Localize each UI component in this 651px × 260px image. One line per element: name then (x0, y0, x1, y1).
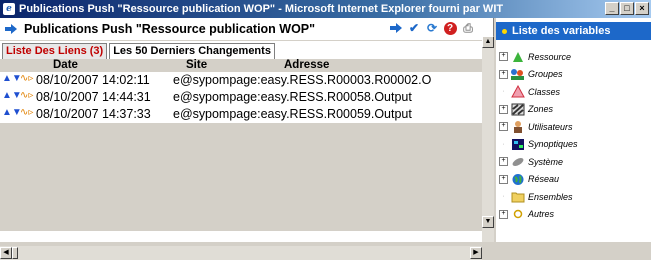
column-adresse[interactable]: Adresse (284, 59, 329, 71)
tree-label: Zones (528, 104, 554, 115)
window-controls: _ □ × (605, 2, 649, 15)
tree-line: · (502, 140, 505, 148)
variables-tree: + Ressource + Groupes · Classes + Zones … (499, 48, 649, 223)
tree-item-reseau[interactable]: + Réseau (499, 171, 649, 189)
row-site: e@sy (173, 73, 206, 87)
arrow-right-icon (5, 24, 17, 34)
table-row[interactable]: ▲▼ ∿▹ 08/10/2007 14:37:33 e@sy pompage:e… (0, 106, 482, 123)
check-icon[interactable]: ✔ (407, 21, 421, 35)
table-row[interactable]: ▲▼ ∿▹ 08/10/2007 14:02:11 e@sy pompage:e… (0, 72, 482, 89)
panel-header: Publications Push "Ressource publication… (0, 18, 493, 41)
variables-panel: Liste des variables + Ressource + Groupe… (496, 18, 651, 242)
refresh-icon[interactable]: ⟳ (425, 21, 439, 35)
go-icon[interactable] (389, 21, 403, 35)
tree-item-utilisateurs[interactable]: + Utilisateurs (499, 118, 649, 136)
sort-arrows-icon[interactable]: ▲▼ (2, 73, 22, 84)
tree-label: Ressource (528, 51, 572, 62)
link-status-icon: ∿▹ (20, 107, 34, 118)
link-status-icon: ∿▹ (20, 73, 34, 84)
print-icon[interactable]: ⎙ (461, 21, 475, 35)
expand-icon[interactable]: + (499, 209, 508, 219)
circle-icon (510, 207, 525, 221)
tree-item-autres[interactable]: + Autres (499, 206, 649, 224)
horizontal-scrollbar[interactable]: ◀ ▶ (0, 246, 482, 260)
tree-line: · (502, 88, 505, 96)
scroll-left-button[interactable]: ◀ (0, 247, 12, 259)
row-date: 08/10/2007 14:37:33 (36, 107, 151, 121)
zones-icon (510, 102, 525, 116)
panel-toolbar: ✔ ⟳ ? ⎙ (389, 21, 475, 35)
expand-icon[interactable]: + (499, 174, 508, 184)
scroll-right-button[interactable]: ▶ (470, 247, 482, 259)
row-date: 08/10/2007 14:44:31 (36, 90, 151, 104)
publications-panel: Publications Push "Ressource publication… (0, 18, 494, 260)
close-button[interactable]: × (635, 2, 649, 15)
expand-icon[interactable]: + (499, 52, 508, 62)
tree-item-systeme[interactable]: + Système (499, 153, 649, 171)
tree-label: Réseau (528, 174, 560, 185)
variables-header: Liste des variables (496, 22, 651, 40)
tree-label: Système (528, 156, 564, 167)
row-site: e@sy (173, 90, 206, 104)
help-icon[interactable]: ? (443, 21, 457, 35)
tab-bar: Liste Des Liens (3) Les 50 Derniers Chan… (0, 41, 493, 60)
group-icon (510, 67, 525, 81)
links-grid: Date Site Adresse ▲▼ ∿▹ 08/10/2007 14:02… (0, 59, 482, 231)
column-site[interactable]: Site (186, 59, 207, 71)
panel-title: Publications Push "Ressource publication… (24, 22, 316, 36)
minimize-button[interactable]: _ (605, 2, 619, 15)
expand-icon[interactable]: + (499, 104, 508, 114)
tree-item-classes[interactable]: · Classes (499, 83, 649, 101)
tree-item-ressource[interactable]: + Ressource (499, 48, 649, 66)
sort-arrows-icon[interactable]: ▲▼ (2, 107, 22, 118)
row-adresse: pompage:easy.RESS.R00003.R00002.O (205, 73, 432, 87)
leaf-icon (510, 50, 525, 64)
tree-label: Ensembles (528, 191, 573, 202)
maximize-button[interactable]: □ (620, 2, 634, 15)
row-site: e@sy (173, 107, 206, 121)
tree-label: Synoptiques (528, 139, 578, 150)
tab-liste-des-liens[interactable]: Liste Des Liens (3) (2, 43, 108, 59)
tree-item-ensembles[interactable]: · Ensembles (499, 188, 649, 206)
row-adresse: pompage:easy.RESS.R00059.Output (205, 107, 412, 121)
globe-icon (510, 172, 525, 186)
tree-label: Autres (528, 209, 555, 220)
tree-line: · (502, 193, 505, 201)
tree-item-synoptiques[interactable]: · Synoptiques (499, 136, 649, 154)
tree-label: Classes (528, 86, 561, 97)
tab-derniers-changements[interactable]: Les 50 Derniers Changements (109, 43, 275, 59)
tree-label: Groupes (528, 69, 563, 80)
grid-header: Date Site Adresse (0, 59, 482, 72)
link-status-icon: ∿▹ (20, 90, 34, 101)
tree-label: Utilisateurs (528, 121, 573, 132)
expand-icon[interactable]: + (499, 122, 508, 132)
table-row[interactable]: ▲▼ ∿▹ 08/10/2007 14:44:31 e@sy pompage:e… (0, 89, 482, 106)
column-date[interactable]: Date (53, 59, 78, 71)
row-adresse: pompage:easy.RESS.R00058.Output (205, 90, 412, 104)
synoptic-icon (510, 137, 525, 151)
expand-icon[interactable]: + (499, 69, 508, 79)
user-icon (510, 120, 525, 134)
ie-icon: e (3, 3, 15, 15)
tree-item-groupes[interactable]: + Groupes (499, 66, 649, 84)
sort-arrows-icon[interactable]: ▲▼ (2, 90, 22, 101)
folder-icon (510, 190, 525, 204)
scroll-down-button[interactable]: ▼ (482, 216, 494, 228)
tree-item-zones[interactable]: + Zones (499, 101, 649, 119)
scroll-up-button[interactable]: ▲ (482, 36, 494, 48)
window-titlebar: e Publications Push "Ressource publicati… (0, 0, 651, 18)
row-date: 08/10/2007 14:02:11 (36, 73, 150, 87)
vertical-scrollbar[interactable]: ▲ ▼ (482, 36, 494, 242)
triangle-icon (510, 85, 525, 99)
expand-icon[interactable]: + (499, 157, 508, 167)
variables-title: Liste des variables (512, 25, 611, 37)
system-icon (510, 155, 525, 169)
bullet-icon (502, 28, 507, 34)
scroll-thumb[interactable] (12, 247, 18, 259)
window-title: Publications Push "Ressource publication… (19, 3, 504, 15)
